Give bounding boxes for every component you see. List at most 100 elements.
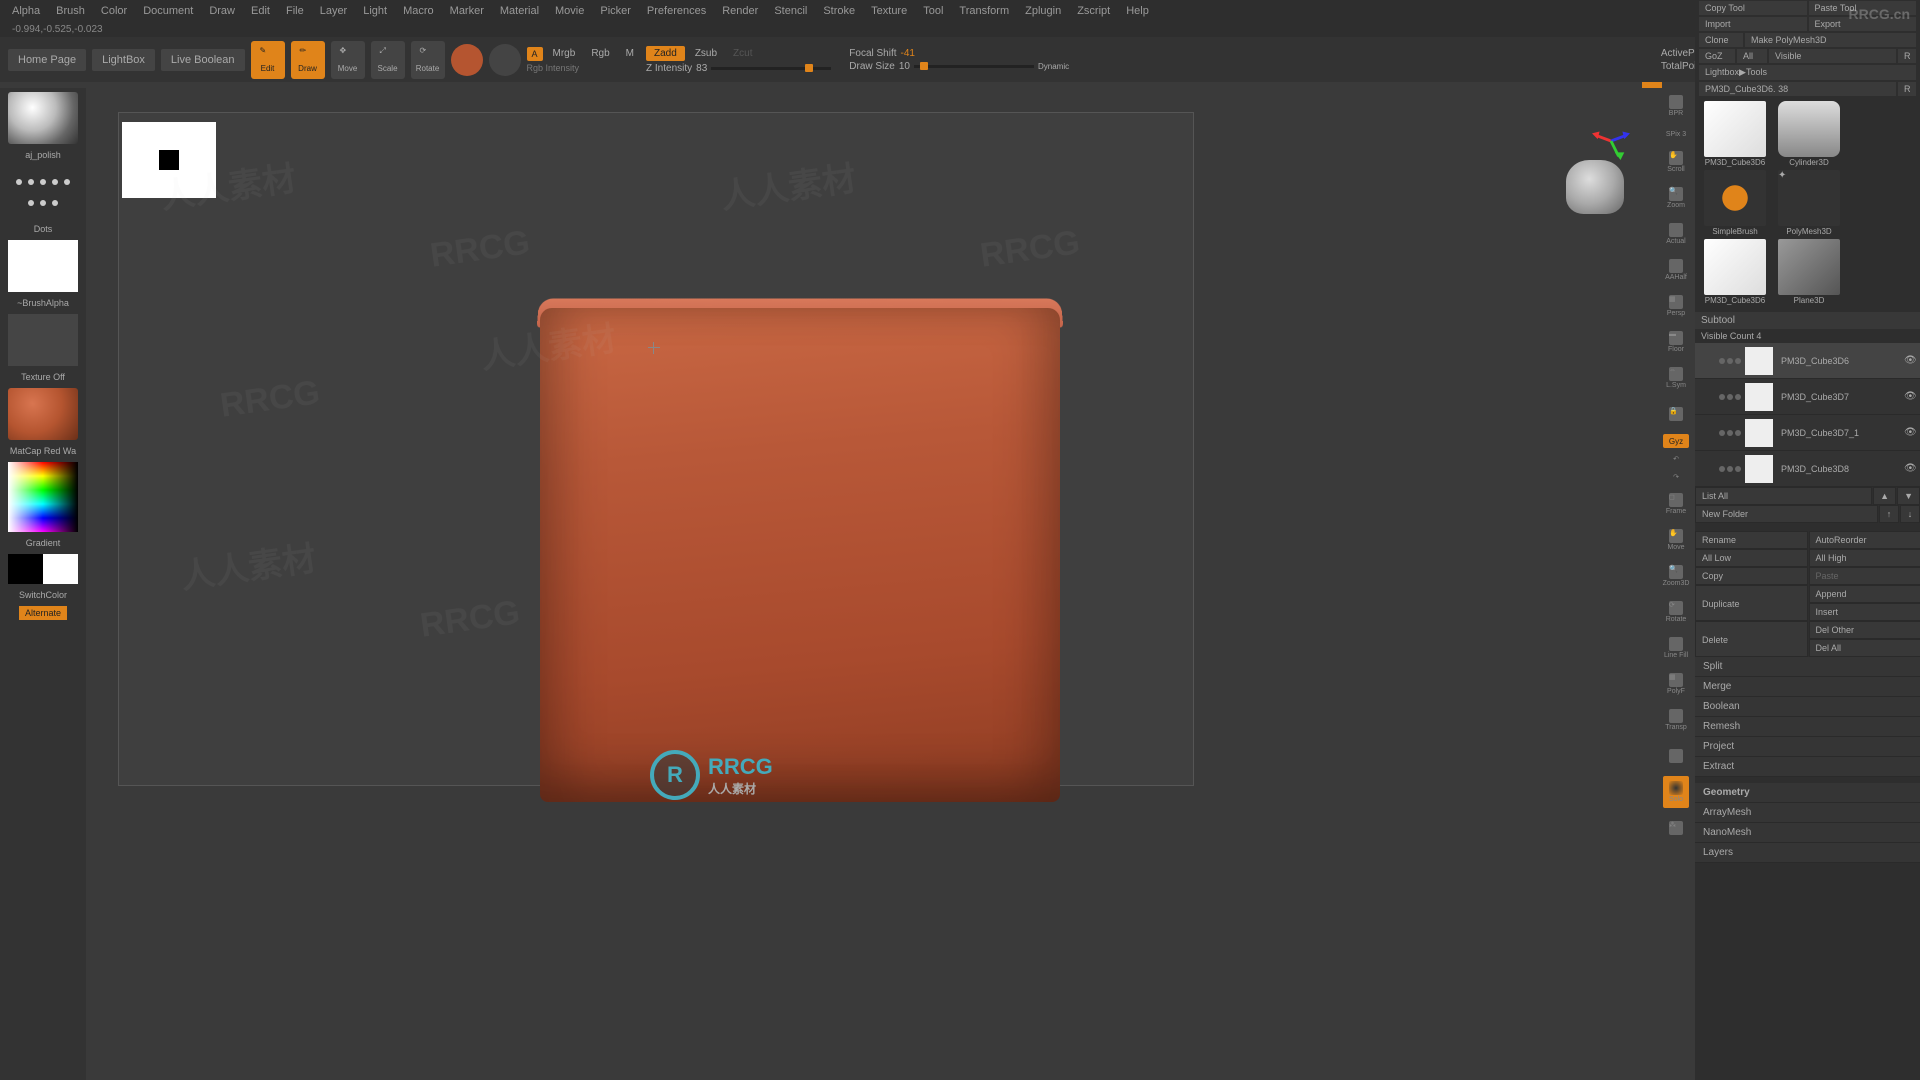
visibility-icon[interactable]: 👁 — [1904, 355, 1918, 366]
stroke-dots-swatch[interactable] — [8, 166, 78, 218]
lightbox-tools-button[interactable]: Lightbox▶Tools — [1699, 65, 1916, 80]
tool-item-plane[interactable]: Plane3D — [1773, 239, 1845, 306]
gyz-button[interactable]: Gyz — [1663, 434, 1689, 448]
rename-button[interactable]: Rename — [1695, 531, 1808, 549]
spix-button[interactable]: SPix 3 — [1663, 126, 1689, 142]
move-mode-button[interactable]: ✥Move — [331, 41, 365, 79]
goz-button[interactable]: GoZ — [1699, 49, 1735, 63]
edit-mode-button[interactable]: ✎Edit — [251, 41, 285, 79]
alternate-button[interactable]: Alternate — [19, 606, 67, 620]
copy-tool-button[interactable]: Copy Tool — [1699, 1, 1807, 15]
focal-shift-slider[interactable]: Focal Shift -41 — [849, 48, 1069, 59]
menu-stroke[interactable]: Stroke — [823, 5, 855, 17]
menu-preferences[interactable]: Preferences — [647, 5, 706, 17]
subtool-row-0[interactable]: PM3D_Cube3D6👁 — [1695, 343, 1920, 379]
list-all-button[interactable]: List All — [1695, 487, 1872, 505]
polyf-button[interactable]: ▦PolyF — [1663, 668, 1689, 700]
xpose-button[interactable]: ⁂ — [1663, 812, 1689, 844]
rgb-button[interactable]: Rgb — [585, 48, 615, 59]
paste-tool-button[interactable]: Paste Tool — [1809, 1, 1917, 15]
arrow-down-button[interactable]: ↓ — [1900, 505, 1920, 523]
bpr-button[interactable]: BPR — [1663, 90, 1689, 122]
menu-material[interactable]: Material — [500, 5, 539, 17]
import-button[interactable]: Import — [1699, 17, 1807, 31]
linefill-button[interactable]: Line Fill — [1663, 632, 1689, 664]
color-picker[interactable] — [8, 462, 78, 532]
del-other-button[interactable]: Del Other — [1809, 621, 1920, 639]
move-button[interactable]: ✋Move — [1663, 524, 1689, 556]
home-page-button[interactable]: Home Page — [8, 49, 86, 71]
zadd-button[interactable]: Zadd — [646, 46, 685, 61]
tool-item-cube[interactable]: PM3D_Cube3D6 — [1699, 101, 1771, 168]
move-up-button[interactable]: ▲ — [1873, 487, 1896, 505]
export-button[interactable]: Export — [1809, 17, 1917, 31]
material-circle-button[interactable] — [451, 44, 483, 76]
switch-color-swatch[interactable] — [8, 554, 78, 584]
arraymesh-section[interactable]: ArrayMesh — [1695, 803, 1920, 823]
tool-r-button[interactable]: R — [1898, 82, 1916, 96]
nanomesh-section[interactable]: NanoMesh — [1695, 823, 1920, 843]
gradient-label[interactable]: Gradient — [26, 536, 61, 550]
transp-button[interactable]: Transp — [1663, 704, 1689, 736]
visibility-icon[interactable]: 👁 — [1904, 427, 1918, 438]
all-low-button[interactable]: All Low — [1695, 549, 1808, 567]
actual-button[interactable]: Actual — [1663, 218, 1689, 250]
all-high-button[interactable]: All High — [1809, 549, 1920, 567]
menu-brush[interactable]: Brush — [56, 5, 85, 17]
tool-item-cylinder[interactable]: Cylinder3D — [1773, 101, 1845, 168]
alpha-preview-window[interactable] — [122, 122, 216, 198]
menu-texture[interactable]: Texture — [871, 5, 907, 17]
project-section[interactable]: Project — [1695, 737, 1920, 757]
lsym-button[interactable]: ⇔L.Sym — [1663, 362, 1689, 394]
redo-small[interactable]: ↷ — [1663, 470, 1689, 484]
live-boolean-button[interactable]: Live Boolean — [161, 49, 245, 71]
layers-section[interactable]: Layers — [1695, 843, 1920, 863]
delete-button[interactable]: Delete — [1695, 621, 1808, 657]
append-button[interactable]: Append — [1809, 585, 1920, 603]
zcut-button[interactable]: Zcut — [727, 48, 758, 59]
axis-gizmo-icon[interactable] — [1592, 122, 1630, 160]
aahalf-button[interactable]: AAHalf — [1663, 254, 1689, 286]
merge-section[interactable]: Merge — [1695, 677, 1920, 697]
brush-alpha-swatch[interactable] — [8, 240, 78, 292]
remesh-section[interactable]: Remesh — [1695, 717, 1920, 737]
arrow-up-button[interactable]: ↑ — [1879, 505, 1899, 523]
menu-file[interactable]: File — [286, 5, 304, 17]
autoreorder-button[interactable]: AutoReorder — [1809, 531, 1920, 549]
persp-button[interactable]: ▦Persp — [1663, 290, 1689, 322]
menu-marker[interactable]: Marker — [450, 5, 484, 17]
menu-stencil[interactable]: Stencil — [774, 5, 807, 17]
menu-document[interactable]: Document — [143, 5, 193, 17]
scale-mode-button[interactable]: ⤢Scale — [371, 41, 405, 79]
menu-draw[interactable]: Draw — [209, 5, 235, 17]
tool-item-cube2[interactable]: PM3D_Cube3D6 — [1699, 239, 1771, 306]
zsub-button[interactable]: Zsub — [689, 48, 723, 59]
menu-movie[interactable]: Movie — [555, 5, 584, 17]
dynamic-label[interactable]: Dynamic — [1038, 62, 1069, 71]
menu-macro[interactable]: Macro — [403, 5, 434, 17]
goz-r-button[interactable]: R — [1898, 49, 1916, 63]
insert-button[interactable]: Insert — [1809, 603, 1920, 621]
subtool-row-1[interactable]: PM3D_Cube3D7👁 — [1695, 379, 1920, 415]
scroll-button[interactable]: ✋Scroll — [1663, 146, 1689, 178]
clone-button[interactable]: Clone — [1699, 33, 1743, 47]
lock-button[interactable]: 🔒 — [1663, 398, 1689, 430]
ghost-button[interactable] — [1663, 740, 1689, 772]
tool-item-simplebrush[interactable]: SimpleBrush — [1699, 170, 1771, 237]
menu-render[interactable]: Render — [722, 5, 758, 17]
material-sphere[interactable] — [8, 92, 78, 144]
geometry-section[interactable]: Geometry — [1695, 783, 1920, 803]
z-intensity-slider[interactable]: Z Intensity 83 — [646, 63, 831, 74]
rotate-mode-button[interactable]: ⟳Rotate — [411, 41, 445, 79]
lightbox-button[interactable]: LightBox — [92, 49, 155, 71]
solo-button[interactable]: Solo — [1663, 776, 1689, 808]
draw-mode-button[interactable]: ✏Draw — [291, 41, 325, 79]
matcap-swatch[interactable] — [8, 388, 78, 440]
split-section[interactable]: Split — [1695, 657, 1920, 677]
floor-button[interactable]: ▬Floor — [1663, 326, 1689, 358]
frame-button[interactable]: ◻Frame — [1663, 488, 1689, 520]
boolean-section[interactable]: Boolean — [1695, 697, 1920, 717]
menu-tool[interactable]: Tool — [923, 5, 943, 17]
tool-item-polymesh[interactable]: ✦PolyMesh3D — [1773, 170, 1845, 237]
menu-picker[interactable]: Picker — [600, 5, 631, 17]
